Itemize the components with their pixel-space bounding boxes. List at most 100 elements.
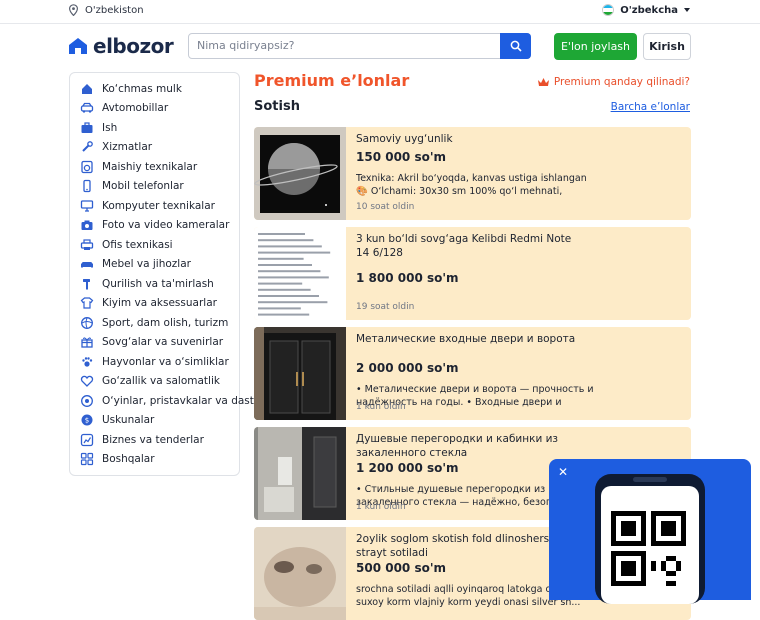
listing-title[interactable]: Металические входные двери и ворота (356, 332, 586, 346)
listing-time: 10 soat oldin (356, 202, 415, 212)
sidebar-item-label: Ofis texnikasi (102, 238, 173, 251)
search-input[interactable] (197, 39, 497, 52)
top-bar: O'zbekiston O'zbekcha (0, 0, 760, 24)
sidebar-item-label: Biznes va tenderlar (102, 433, 204, 446)
sidebar-item-label: Hayvonlar va o‘simliklar (102, 355, 229, 368)
car-icon (80, 103, 94, 113)
language-selector[interactable]: O'zbekcha (602, 4, 690, 16)
search-icon (510, 40, 522, 52)
sidebar-item[interactable]: Mebel va jihozlar (70, 255, 239, 275)
header: elbozor E'lon joylash Kirish (0, 24, 760, 70)
hammer-icon (83, 278, 90, 290)
sidebar-item-label: Ish (102, 121, 118, 134)
sidebar-item-label: Sport, dam olish, turizm (102, 316, 229, 329)
sidebar-item[interactable]: Xizmatlar (70, 138, 239, 158)
ball-icon (81, 316, 93, 329)
sidebar-item-label: Xizmatlar (102, 141, 153, 154)
logo-house-icon (69, 38, 87, 54)
sidebar-item-label: Boshqalar (102, 453, 155, 466)
sidebar-item-label: Kiyim va aksessuarlar (102, 297, 217, 310)
listing-image[interactable] (254, 527, 346, 620)
sidebar-item[interactable]: Hayvonlar va o‘simliklar (70, 352, 239, 372)
listing-image[interactable] (254, 227, 346, 320)
sidebar-item[interactable]: Biznes va tenderlar (70, 430, 239, 450)
sidebar-item[interactable]: Sport, dam olish, turizm (70, 313, 239, 333)
sidebar-item[interactable]: $ Uskunalar (70, 411, 239, 431)
sofa-icon (81, 262, 93, 268)
premium-info-link[interactable]: Premium qanday qilinadi? (537, 76, 690, 88)
sidebar-item[interactable]: O‘yinlar, pristavkalar va dasturlar (70, 391, 279, 411)
location-selector[interactable]: O'zbekiston (68, 4, 144, 16)
app-qr-popup: ✕ (549, 459, 751, 604)
heart-icon (80, 376, 94, 388)
chevron-down-icon (684, 8, 690, 12)
washer-icon (81, 160, 93, 173)
qr-code (601, 486, 699, 604)
sidebar-item[interactable]: Kiyim va aksessuarlar (70, 294, 239, 314)
sidebar-item-label: Go‘zallik va salomatlik (102, 375, 220, 388)
listing-time: 1 kun oldin (356, 502, 406, 512)
grid-icon (80, 453, 94, 466)
sidebar-item[interactable]: Go‘zallik va salomatlik (70, 372, 239, 392)
sidebar-item-label: O‘yinlar, pristavkalar va dasturlar (102, 394, 279, 407)
sidebar-item[interactable]: Ish (70, 118, 239, 138)
section-title: Sotish (254, 99, 300, 114)
sidebar-item-label: Ko‘chmas mulk (102, 82, 182, 95)
post-ad-button[interactable]: E'lon joylash (554, 33, 637, 60)
listing-description: Texnika: Akril bo‘yoqda, kanvas ustiga i… (356, 173, 587, 197)
listing-title[interactable]: 3 kun bo‘ldi sovg‘aga Kelibdi Redmi Note… (356, 232, 586, 260)
crown-icon (537, 78, 549, 86)
sidebar-item-label: Kompyuter texnikalar (102, 199, 215, 212)
listing-card[interactable]: Samoviy uyg‘unlik 150 000 so'm Texnika: Ak… (254, 127, 691, 220)
sidebar-item[interactable]: Mobil telefonlar (70, 177, 239, 197)
login-button[interactable]: Kirish (643, 33, 691, 60)
premium-link-label: Premium qanday qilinadi? (553, 76, 690, 88)
sidebar-item[interactable]: Qurilish va ta'mirlash (70, 274, 239, 294)
phone-notch (633, 477, 667, 482)
close-icon[interactable]: ✕ (558, 465, 568, 479)
location-label: O'zbekiston (85, 4, 144, 16)
sidebar-item[interactable]: Foto va video kameralar (70, 216, 239, 236)
camera-icon (81, 220, 93, 231)
svg-text:$: $ (85, 417, 89, 425)
gamepad-icon (81, 394, 93, 407)
sidebar-item[interactable]: Boshqalar (70, 450, 239, 470)
sidebar-item[interactable]: Ofis texnikasi (70, 235, 239, 255)
listing-card[interactable]: Металические входные двери и ворота 2 000… (254, 327, 691, 420)
listing-title[interactable]: Душевые перегородки и кабинки из закален… (356, 432, 586, 460)
search-box (188, 33, 531, 59)
category-sidebar: Ko‘chmas mulk Avtomobillar Ish Xizmatlar Mai… (69, 72, 279, 476)
sidebar-item-label: Foto va video kameralar (102, 219, 230, 232)
gear-icon: $ (81, 414, 93, 426)
location-pin-icon (68, 4, 79, 16)
uzbekistan-flag-icon (602, 4, 615, 16)
listing-image[interactable] (254, 327, 346, 420)
chart-icon (80, 433, 94, 446)
listing-image[interactable] (254, 127, 346, 220)
all-ads-link[interactable]: Barcha e’lonlar (611, 101, 690, 113)
listing-price: 1 800 000 so'm (356, 271, 459, 285)
sidebar-item-label: Qurilish va ta'mirlash (102, 277, 214, 290)
language-label: O'zbekcha (620, 4, 678, 16)
shirt-icon (80, 297, 94, 309)
listing-price: 150 000 so'm (356, 150, 447, 164)
sidebar-item[interactable]: Ko‘chmas mulk (70, 79, 239, 99)
logo[interactable]: elbozor (68, 34, 174, 58)
search-button[interactable] (500, 33, 531, 59)
page-title: Premium e’lonlar (254, 71, 410, 90)
phone-illustration (595, 474, 705, 604)
listing-title[interactable]: Samoviy uyg‘unlik (356, 132, 586, 146)
listing-image[interactable] (254, 427, 346, 520)
house-icon (82, 83, 92, 94)
sidebar-item[interactable]: Avtomobillar (70, 99, 239, 119)
printer-icon (80, 239, 94, 250)
qr-code-icon (611, 511, 686, 586)
sidebar-item[interactable]: Kompyuter texnikalar (70, 196, 239, 216)
sidebar-item[interactable]: Maishiy texnikalar (70, 157, 239, 177)
sidebar-item-label: Mebel va jihozlar (102, 258, 191, 271)
listing-card[interactable]: 3 kun bo‘ldi sovg‘aga Kelibdi Redmi Note… (254, 227, 691, 320)
sidebar-item[interactable]: Sovg‘alar va suvenirlar (70, 333, 239, 353)
tools-icon (82, 141, 93, 152)
logo-text: elbozor (93, 34, 174, 58)
listing-time: 1 kun oldin (356, 402, 406, 412)
